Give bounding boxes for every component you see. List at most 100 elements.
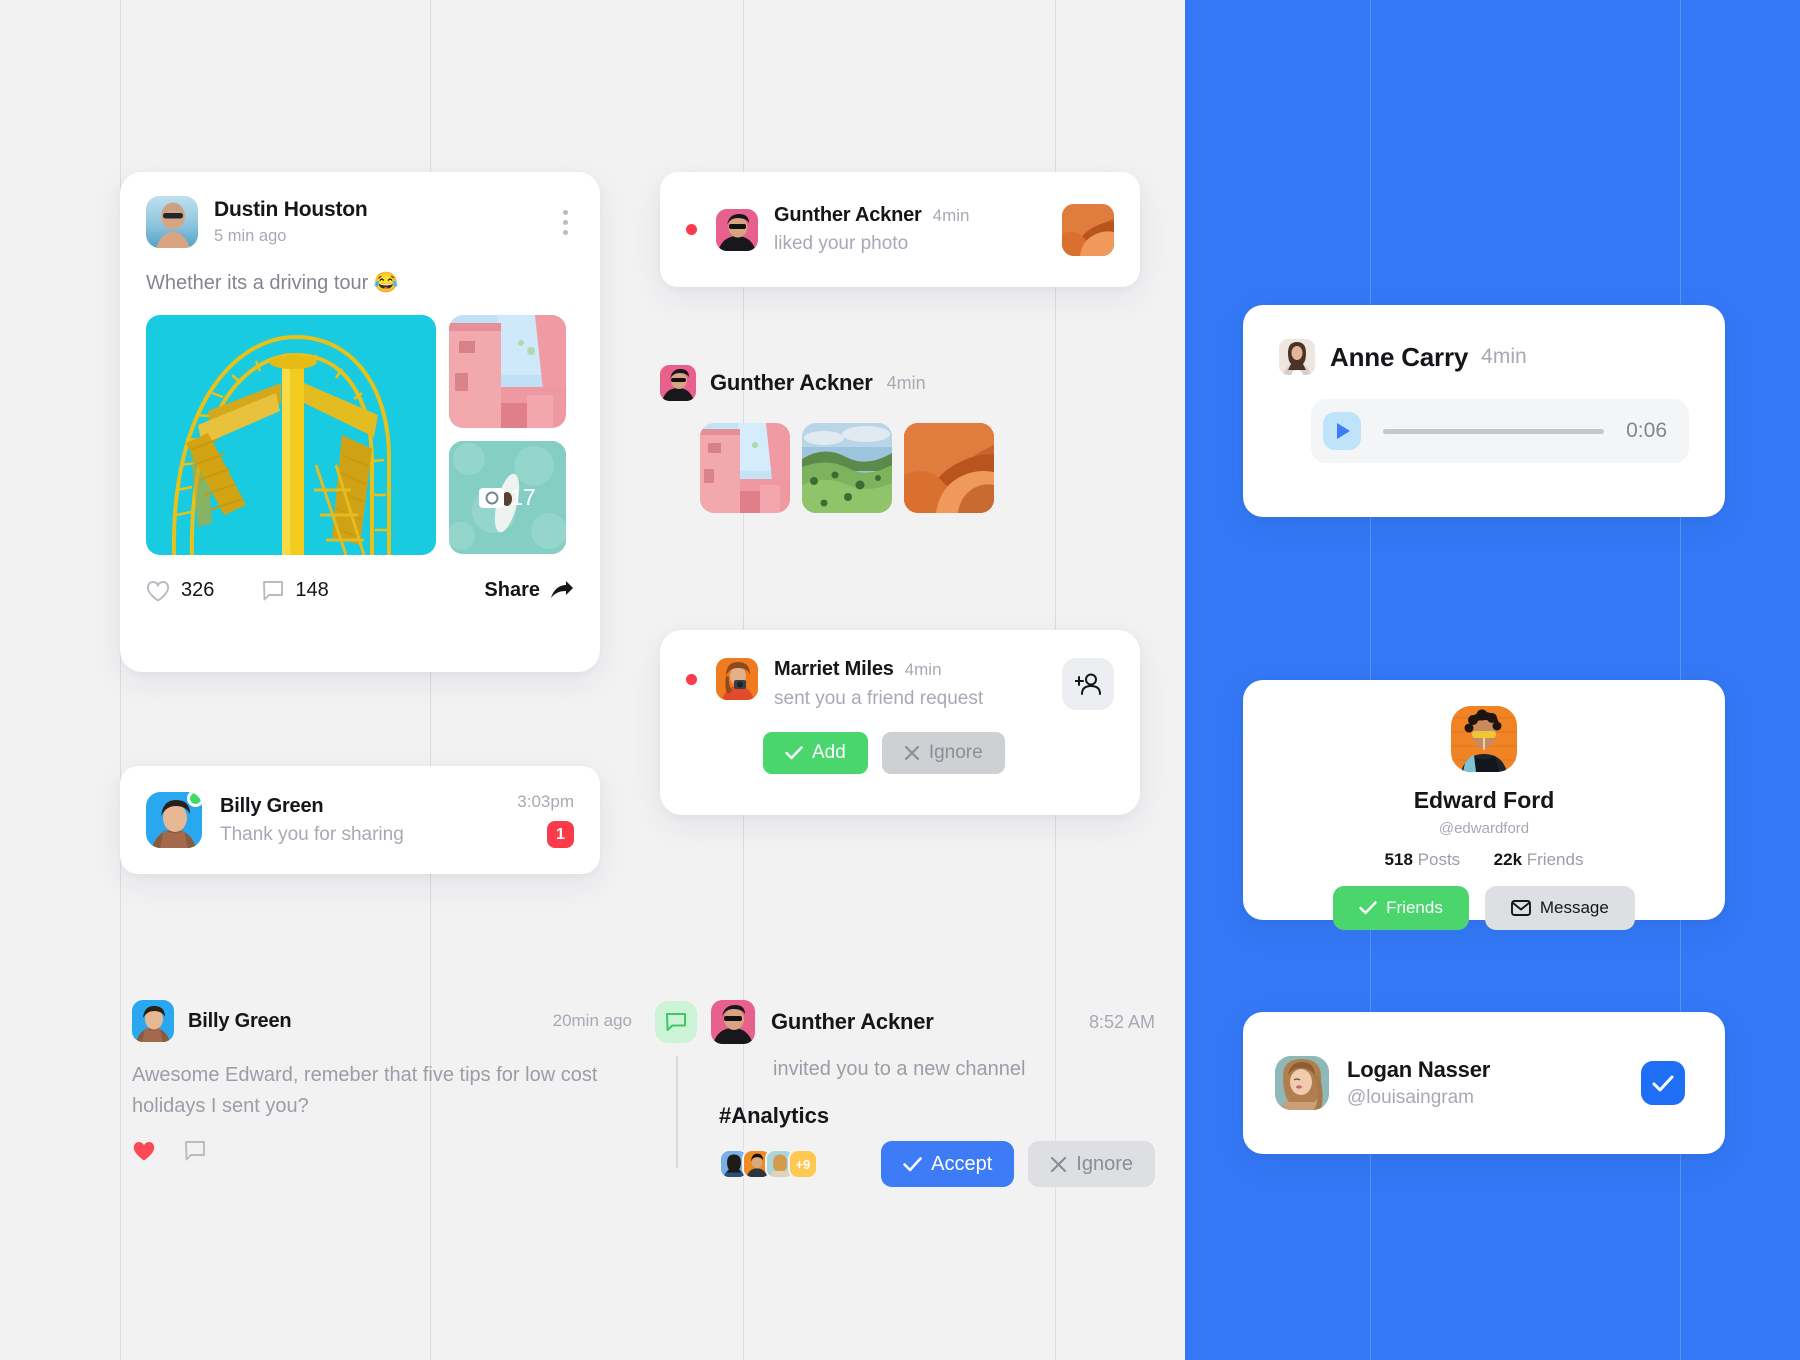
- post-timestamp: 5 min ago: [214, 227, 287, 245]
- avatar-anne-carry[interactable]: [1279, 339, 1315, 375]
- check-icon: [1652, 1075, 1674, 1091]
- envelope-icon: [1510, 900, 1531, 916]
- avatar-edward-ford[interactable]: [1451, 706, 1517, 772]
- message-button[interactable]: Message: [1484, 886, 1635, 930]
- ignore-friend-button[interactable]: Ignore: [881, 732, 1005, 774]
- post-photo-more[interactable]: 17: [449, 441, 566, 554]
- channel-invite-action-text: invited you to a new channel: [773, 1058, 1026, 1080]
- avatar-billy-green-comment[interactable]: [132, 1000, 174, 1042]
- user-card-text-block: Logan Nasser @louisaingram: [1347, 1057, 1490, 1109]
- profile-posts-label: Posts: [1417, 850, 1461, 869]
- audio-card-header: Anne Carry 4min: [1243, 305, 1725, 375]
- heart-filled-icon[interactable]: [132, 1140, 156, 1162]
- unread-dot-icon: [686, 224, 697, 235]
- close-icon: [1051, 1156, 1067, 1172]
- user-card-handle: @louisaingram: [1347, 1087, 1475, 1108]
- add-friend-icon-button[interactable]: [1062, 658, 1114, 710]
- avatar-gunther-ackner[interactable]: [716, 208, 758, 251]
- audio-message-card: Anne Carry 4min 0:06: [1243, 305, 1725, 517]
- audio-sender-name: Anne Carry: [1330, 341, 1469, 372]
- photo-thumbnail-pink-building[interactable]: [700, 423, 790, 513]
- thread-connector-line: [676, 1056, 678, 1168]
- confirm-user-button[interactable]: [1641, 1061, 1685, 1105]
- ignore-friend-label: Ignore: [928, 742, 983, 763]
- post-photo-secondary[interactable]: [449, 315, 566, 428]
- ignore-channel-button[interactable]: Ignore: [1028, 1141, 1155, 1187]
- profile-friends-count: 22k: [1493, 850, 1523, 869]
- avatar-gunther-ackner-channel[interactable]: [711, 1000, 755, 1044]
- channel-invite-footer: +9 Accept Ignore: [655, 1141, 1155, 1187]
- person-add-icon: [1075, 673, 1101, 695]
- online-status-indicator: [187, 792, 202, 807]
- channel-invite-time: 8:52 AM: [1088, 1011, 1155, 1032]
- post-author-meta: Dustin Houston 5 min ago: [214, 198, 368, 246]
- friend-request-title-row: Marriet Miles 4min: [774, 658, 983, 681]
- check-icon: [903, 1156, 922, 1171]
- message-preview: Thank you for sharing: [220, 823, 404, 845]
- friend-request-sender-name: Marriet Miles: [774, 658, 894, 680]
- notification-card-liked-photo[interactable]: Gunther Ackner 4min liked your photo: [660, 172, 1140, 287]
- friend-request-header: Marriet Miles 4min sent you a friend req…: [660, 630, 1140, 710]
- notification-photo-thumbnail[interactable]: [1062, 203, 1114, 256]
- channel-name[interactable]: #Analytics: [655, 1103, 1155, 1129]
- post-photo-more-overlay: 17: [449, 441, 566, 554]
- profile-friends-label: Friends: [1526, 850, 1584, 869]
- notification-sender-name: Gunther Ackner: [774, 204, 922, 226]
- more-photos-count: 17: [510, 484, 536, 510]
- add-friend-button[interactable]: Add: [763, 732, 868, 774]
- friend-request-text-block: Marriet Miles 4min sent you a friend req…: [774, 658, 983, 710]
- play-icon: [1337, 423, 1350, 439]
- avatar-gunther-ackner-post[interactable]: [660, 365, 696, 401]
- post-photo-main[interactable]: [146, 315, 436, 555]
- audio-player[interactable]: 0:06: [1311, 399, 1689, 463]
- comment-author-name: Billy Green: [188, 1009, 292, 1032]
- message-card-billy-green[interactable]: Billy Green Thank you for sharing 3:03pm…: [120, 766, 600, 874]
- chat-bubble-icon: [655, 1001, 697, 1043]
- accept-channel-label: Accept: [931, 1152, 993, 1175]
- user-card-logan-nasser: Logan Nasser @louisaingram: [1243, 1012, 1725, 1154]
- comment-action[interactable]: 148: [262, 579, 329, 602]
- profile-stats: 518 Posts 22k Friends: [1243, 850, 1725, 870]
- friend-request-buttons: Add Ignore: [660, 710, 1140, 774]
- message-text-block: Billy Green Thank you for sharing: [220, 795, 404, 846]
- accept-channel-button[interactable]: Accept: [881, 1141, 1015, 1187]
- avatar-billy-green[interactable]: [146, 792, 202, 848]
- member-avatar-stack: +9: [719, 1149, 818, 1179]
- photo-thumbnail-canyon[interactable]: [904, 423, 994, 513]
- message-time: 3:03pm: [517, 792, 574, 811]
- post-photo-side-column: 17: [449, 315, 566, 555]
- photo-post-time: 4min: [886, 372, 926, 393]
- photo-thumbnail-green-hills[interactable]: [802, 423, 892, 513]
- comment-billy-green: Billy Green 20min ago Awesome Edward, re…: [132, 1000, 632, 1162]
- share-label: Share: [484, 579, 540, 601]
- photo-post-gunther-ackner: Gunther Ackner 4min: [660, 365, 1140, 513]
- like-action[interactable]: 326: [146, 579, 214, 602]
- profile-posts-count: 518: [1384, 850, 1413, 869]
- channel-invite: Gunther Ackner 8:52 AM invited you to a …: [655, 1000, 1155, 1187]
- avatar-dustin-houston[interactable]: [146, 196, 198, 248]
- message-sender-name: Billy Green: [220, 794, 324, 817]
- post-header: Dustin Houston 5 min ago: [120, 172, 600, 248]
- avatar-marriet-miles[interactable]: [716, 658, 758, 700]
- comment-count: 148: [295, 579, 329, 601]
- unread-badge: 1: [547, 821, 574, 848]
- heart-icon: [146, 580, 170, 602]
- share-action[interactable]: Share: [484, 579, 574, 602]
- ignore-channel-label: Ignore: [1076, 1152, 1133, 1175]
- comment-actions: [132, 1140, 632, 1162]
- close-icon: [904, 745, 919, 761]
- post-more-options-icon[interactable]: [557, 202, 574, 243]
- play-button[interactable]: [1323, 412, 1361, 450]
- profile-handle: @edwardford: [1438, 820, 1530, 837]
- audio-progress-track[interactable]: [1383, 428, 1605, 434]
- share-arrow-icon: [551, 580, 573, 598]
- friends-status-button[interactable]: Friends: [1333, 886, 1469, 930]
- channel-invite-sender-name: Gunther Ackner: [771, 1009, 934, 1034]
- post-actions: 326 148 Share: [120, 555, 600, 602]
- notification-time: 4min: [932, 206, 970, 225]
- comment-reply-icon[interactable]: [184, 1140, 206, 1162]
- message-meta: 3:03pm 1: [517, 792, 574, 848]
- notification-action-text: liked your photo: [774, 233, 909, 254]
- friend-request-card: Marriet Miles 4min sent you a friend req…: [660, 630, 1140, 815]
- avatar-logan-nasser[interactable]: [1275, 1056, 1329, 1110]
